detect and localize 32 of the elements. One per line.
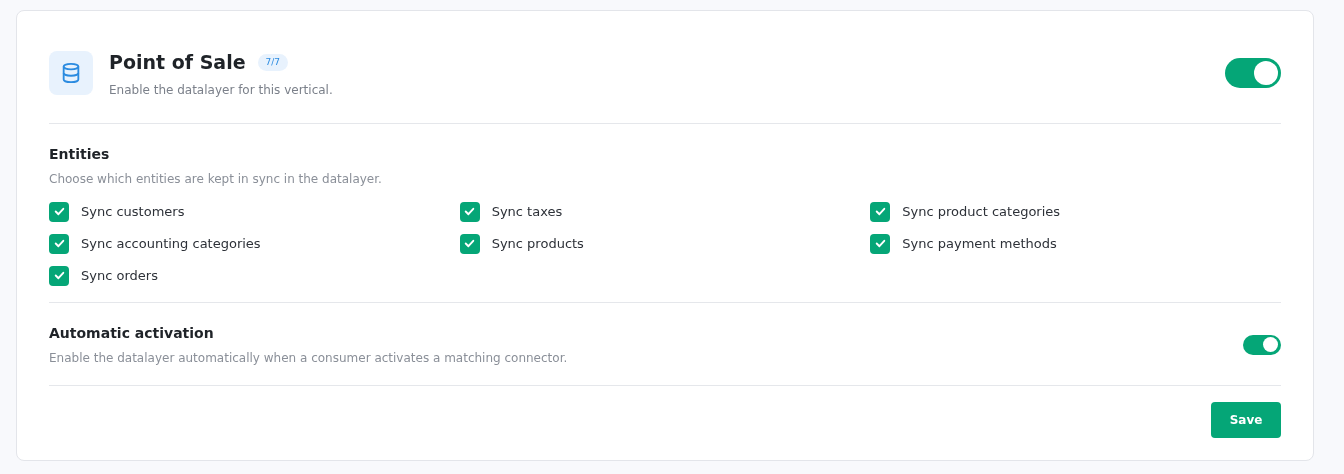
checkbox[interactable]: [49, 265, 69, 286]
checkbox-label: Sync products: [491, 234, 584, 253]
check-icon: [463, 205, 477, 218]
checkbox[interactable]: [459, 233, 480, 254]
toggle-switch[interactable]: [1243, 334, 1281, 355]
checkbox-label: Sync customers: [81, 202, 185, 221]
checkbox[interactable]: [49, 233, 69, 254]
checkbox[interactable]: [459, 201, 480, 222]
checkbox-label: Sync payment methods: [902, 234, 1057, 253]
checkbox[interactable]: [870, 201, 891, 222]
checkbox-label: Sync orders: [81, 266, 158, 285]
checkbox-label: Sync taxes: [491, 202, 563, 221]
save-button[interactable]: Save: [1211, 401, 1281, 438]
activation-description: Enable the datalayer automatically when a consumer activates a matching connector.: [49, 349, 569, 367]
checkbox[interactable]: [49, 201, 69, 222]
checkbox-label: Sync accounting categories: [81, 234, 261, 253]
check-icon: [52, 269, 66, 282]
checkbox-label: Sync product categories: [902, 202, 1061, 221]
section-description: Enable the datalayer for this vertical.: [109, 81, 334, 99]
entities-title: Entities: [49, 144, 111, 164]
database-icon: [49, 51, 93, 96]
check-icon: [52, 237, 66, 250]
check-icon: [463, 237, 477, 250]
check-icon: [873, 237, 887, 250]
count-badge: 7/7: [257, 53, 289, 71]
check-icon: [52, 205, 66, 218]
activation-title: Automatic activation: [49, 323, 215, 343]
checkbox[interactable]: [870, 233, 891, 254]
section-title: Point of Sale: [109, 50, 246, 75]
toggle-switch[interactable]: [1225, 58, 1281, 89]
check-icon: [873, 205, 887, 218]
entities-description: Choose which entities are kept in sync in the datalayer.: [49, 170, 383, 188]
